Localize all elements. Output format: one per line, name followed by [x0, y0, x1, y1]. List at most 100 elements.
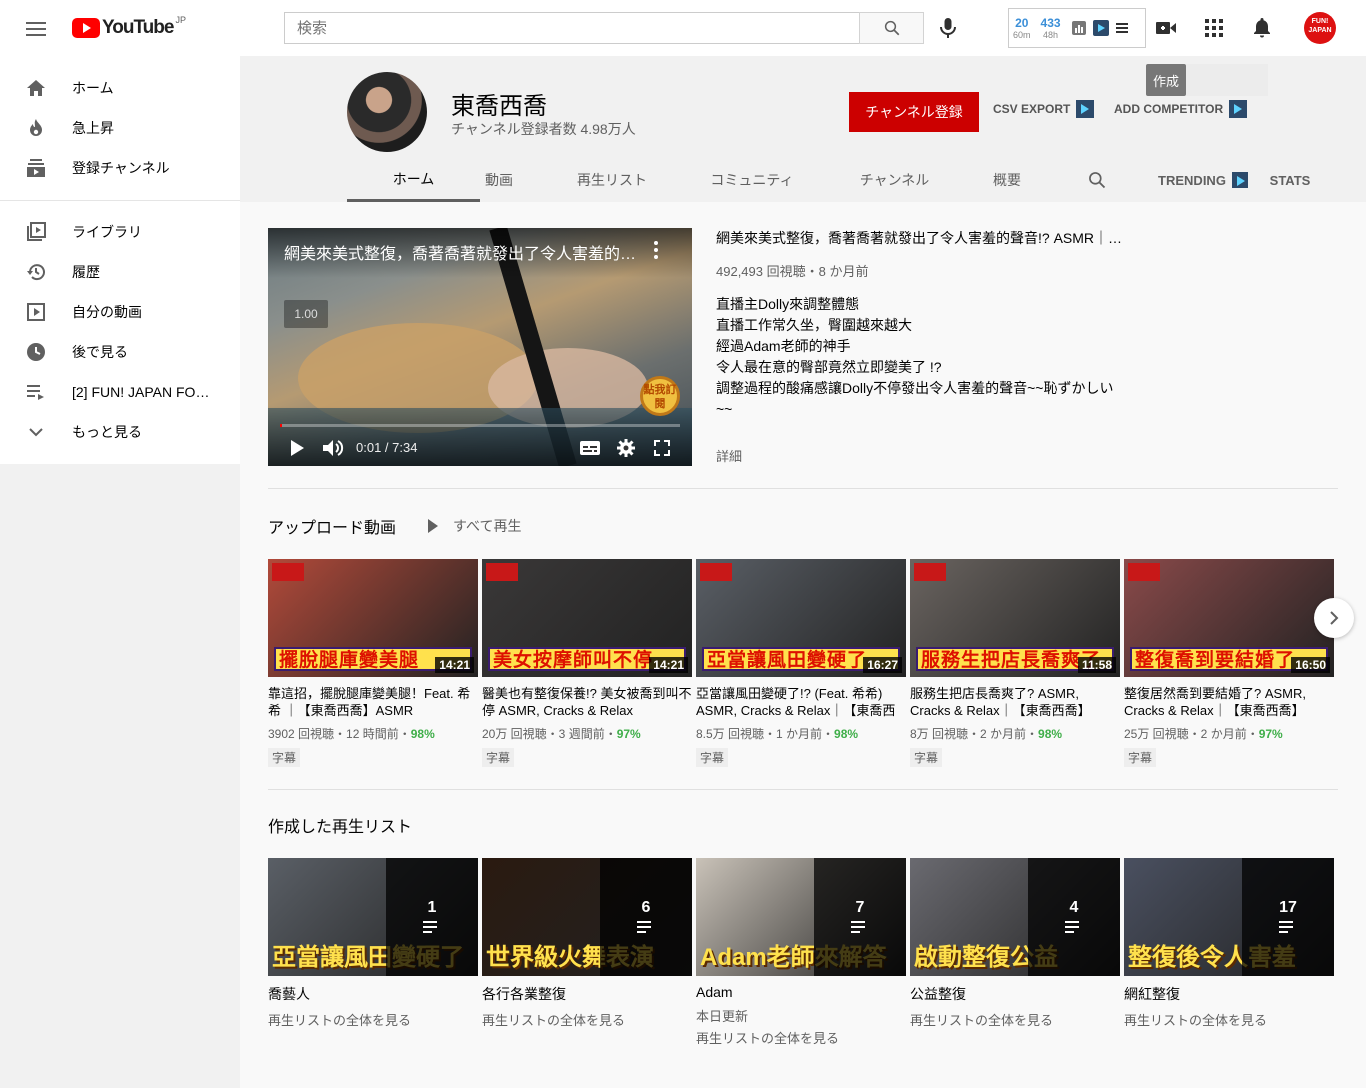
playlist-title[interactable]: Adam: [696, 984, 906, 1000]
tab-videos[interactable]: 動画: [480, 158, 520, 202]
tab-playlists[interactable]: 再生リスト: [562, 158, 662, 202]
read-more-link[interactable]: 詳細: [716, 446, 742, 465]
captions-icon[interactable]: [580, 438, 600, 458]
sidebar-item-trending[interactable]: 急上昇: [0, 108, 240, 148]
playlist-card[interactable]: Adam老師來解答 7 Adam 本日更新 再生リストの全体を見る: [696, 858, 906, 1050]
play-icon[interactable]: [288, 438, 306, 458]
playlist-title[interactable]: 網紅整復: [1124, 984, 1334, 1004]
sidebar-item-library[interactable]: ライブラリ: [0, 212, 240, 252]
playlist-card[interactable]: 世界級火舞表演 6 各行各業整復 再生リストの全体を見る: [482, 858, 692, 1032]
player-title[interactable]: 網美來美式整復，喬著喬著就發出了令人害羞的聲音!? ASMR: [284, 240, 644, 264]
add-competitor-button[interactable]: ADD COMPETITOR: [1114, 100, 1248, 118]
tab-community[interactable]: コミュニティ: [697, 158, 807, 202]
sidebar-item-history[interactable]: 履歴: [0, 252, 240, 292]
video-card[interactable]: 整復喬到要結婚了 16:50 整復居然喬到要結婚了? ASMR, Cracks & …: [1124, 559, 1334, 767]
playlist-thumbnail[interactable]: 整復後令人害羞 17: [1124, 858, 1334, 976]
playlist-sub-link[interactable]: 再生リストの全体を見る: [268, 1010, 478, 1032]
apps-grid-icon[interactable]: [1202, 16, 1226, 40]
channel-avatar[interactable]: [347, 72, 427, 152]
playlist-icon: [1279, 921, 1297, 935]
video-title[interactable]: 整復居然喬到要結婚了? ASMR, Cracks & Relax｜【東喬西喬】: [1124, 685, 1334, 719]
vidiq-stat-60m: 20 60m: [1013, 16, 1031, 40]
tab-trending[interactable]: TRENDING: [1157, 158, 1249, 202]
featured-video-title[interactable]: 網美來美式整復，喬著喬著就發出了令人害羞的聲音!? ASMR｜【東喬西喬】: [716, 228, 1126, 248]
video-card[interactable]: 亞當讓風田變硬了 16:27 亞當讓風田變硬了!? (Feat. 希希) ASMR,…: [696, 559, 906, 767]
tab-home[interactable]: ホーム: [347, 158, 480, 202]
fullscreen-icon[interactable]: [652, 438, 672, 458]
playlist-thumbnail[interactable]: 世界級火舞表演 6: [482, 858, 692, 976]
video-thumbnail[interactable]: 擺脫腿庫變美腿 14:21: [268, 559, 478, 677]
channel-search-button[interactable]: [1085, 158, 1109, 202]
playlist-count-overlay: 17: [1242, 858, 1334, 976]
sidebar-item-my-videos[interactable]: 自分の動画: [0, 292, 240, 332]
playlist-thumbnail[interactable]: 啟動整復公益 4: [910, 858, 1120, 976]
vidiq-menu-icon[interactable]: [1115, 20, 1131, 36]
video-thumbnail[interactable]: 服務生把店長喬爽了 11:58: [910, 559, 1120, 677]
csv-export-button[interactable]: CSV EXPORT: [993, 100, 1095, 118]
create-video-icon[interactable]: [1154, 16, 1178, 40]
featured-video-player[interactable]: 網美來美式整復，喬著喬著就發出了令人害羞的聲音!? ASMR 1.00 點我訂閱…: [268, 228, 692, 466]
playlist-sub-link[interactable]: 再生リストの全体を見る: [696, 1028, 906, 1050]
sidebar-item-home[interactable]: ホーム: [0, 68, 240, 108]
playlist-card[interactable]: 整復後令人害羞 17 網紅整復再生リストの全体を見る: [1124, 858, 1334, 1032]
video-thumbnail[interactable]: 整復喬到要結婚了 16:50: [1124, 559, 1334, 677]
playlist-video-count: 4: [1069, 899, 1079, 916]
playlist-title[interactable]: 喬藝人: [268, 984, 478, 1004]
video-card[interactable]: 美女按摩師叫不停 14:21 醫美也有整復保養!? 美女被喬到叫不停 ASMR, C…: [482, 559, 692, 767]
video-thumbnail[interactable]: 亞當讓風田變硬了 16:27: [696, 559, 906, 677]
sidebar-item-show-more[interactable]: もっと見る: [0, 412, 240, 452]
playlist-sub-link[interactable]: 再生リストの全体を見る: [910, 1010, 1120, 1032]
video-thumbnail[interactable]: 美女按摩師叫不停 14:21: [482, 559, 692, 677]
subscribe-watermark[interactable]: 點我訂閱: [640, 376, 680, 416]
voice-search-button[interactable]: [936, 16, 960, 40]
uploads-section-title[interactable]: アップロード動画: [268, 514, 396, 538]
vidiq-toolbar[interactable]: 20 60m 433 48h: [1008, 8, 1146, 48]
tab-channels[interactable]: チャンネル: [847, 158, 942, 202]
playlist-sub-link[interactable]: 再生リストの全体を見る: [482, 1010, 692, 1032]
progress-bar[interactable]: [280, 424, 680, 427]
playlist-sub-link[interactable]: 本日更新: [696, 1006, 906, 1028]
playlist-thumbnail[interactable]: 亞當讓風田變硬了 1: [268, 858, 478, 976]
search-input[interactable]: [284, 12, 860, 44]
playlists-section-title[interactable]: 作成した再生リスト: [268, 813, 412, 837]
sidebar-item-watch-later[interactable]: 後で見る: [0, 332, 240, 372]
tab-stats[interactable]: STATS: [1265, 158, 1315, 202]
mic-icon: [940, 18, 956, 38]
more-vert-icon[interactable]: [650, 240, 662, 260]
tab-about[interactable]: 概要: [982, 158, 1032, 202]
sidebar-item-subscriptions[interactable]: 登録チャンネル: [0, 148, 240, 188]
playlist-title[interactable]: 公益整復: [910, 984, 1120, 1004]
next-arrow-button[interactable]: [1314, 598, 1354, 638]
playlist-sub-link[interactable]: 再生リストの全体を見る: [1124, 1010, 1334, 1032]
video-duration: 14:21: [435, 657, 474, 673]
account-avatar[interactable]: FUN! JAPAN: [1304, 12, 1336, 44]
video-card[interactable]: 擺脫腿庫變美腿 14:21 靠這招，擺脫腿庫變美腿！Feat. 希希 ｜【東喬西喬】…: [268, 559, 478, 767]
vidiq-logo-icon[interactable]: [1092, 20, 1109, 36]
playlist-card[interactable]: 亞當讓風田變硬了 1 喬藝人再生リストの全体を見る: [268, 858, 478, 1032]
video-title[interactable]: 醫美也有整復保養!? 美女被喬到叫不停 ASMR, Cracks & Relax: [482, 685, 692, 719]
youtube-logo[interactable]: YouTube JP: [72, 15, 186, 40]
video-title[interactable]: 亞當讓風田變硬了!? (Feat. 希希) ASMR, Cracks & Rel…: [696, 685, 906, 719]
menu-icon[interactable]: [24, 18, 48, 38]
library-icon: [24, 220, 48, 244]
notifications-bell-icon[interactable]: [1250, 16, 1274, 40]
video-card[interactable]: 服務生把店長喬爽了 11:58 服務生把店長喬爽了? ASMR, Cracks & …: [910, 559, 1120, 767]
subscriptions-icon: [24, 156, 48, 180]
video-title[interactable]: 服務生把店長喬爽了? ASMR, Cracks & Relax｜【東喬西喬】: [910, 685, 1120, 719]
playlist-card[interactable]: 啟動整復公益 4 公益整復再生リストの全体を見る: [910, 858, 1120, 1032]
play-icon: [428, 519, 438, 533]
channel-tabs: ホーム 動画 再生リスト コミュニティ チャンネル 概要 TRENDING ST…: [347, 158, 1327, 202]
volume-icon[interactable]: [322, 438, 344, 458]
video-meta: 3902 回視聴・12 時間前・98%: [268, 727, 435, 741]
search-button[interactable]: [859, 12, 924, 44]
stats-chart-icon[interactable]: [1071, 20, 1087, 36]
playlist-title[interactable]: 各行各業整復: [482, 984, 692, 1004]
subscriber-count: チャンネル登録者数 4.98万人: [451, 121, 636, 137]
settings-gear-icon[interactable]: [616, 438, 636, 458]
play-all-button[interactable]: すべて再生: [428, 516, 521, 536]
captions-badge: 字幕: [910, 748, 943, 767]
playlist-thumbnail[interactable]: Adam老師來解答 7: [696, 858, 906, 976]
sidebar-item-playlist[interactable]: [2] FUN! JAPAN FOO...: [0, 372, 240, 412]
video-title[interactable]: 靠這招，擺脫腿庫變美腿！Feat. 希希 ｜【東喬西喬】ASMR: [268, 685, 478, 719]
subscribe-button[interactable]: チャンネル登録: [849, 92, 979, 132]
